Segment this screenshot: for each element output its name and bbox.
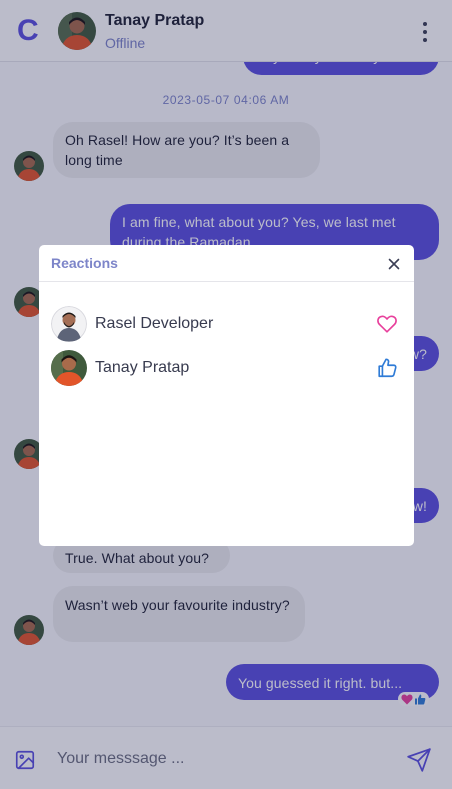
reaction-list-item[interactable]: Tanay Pratap bbox=[51, 350, 397, 386]
reaction-list-item[interactable]: Rasel Developer bbox=[51, 306, 397, 342]
reaction-user-name: Rasel Developer bbox=[95, 315, 214, 332]
reactions-modal: Reactions Rasel Developer Tanay Pratap bbox=[39, 245, 414, 546]
user-avatar bbox=[51, 306, 87, 342]
heart-icon bbox=[377, 315, 397, 333]
user-avatar bbox=[51, 350, 87, 386]
close-icon[interactable] bbox=[386, 256, 402, 272]
reactions-modal-title: Reactions bbox=[51, 255, 118, 271]
reaction-user-name: Tanay Pratap bbox=[95, 359, 190, 376]
chat-app: Hey Tanay. All is it you? 2023-05-07 04:… bbox=[0, 0, 452, 789]
reactions-modal-header: Reactions bbox=[39, 245, 414, 282]
thumbs-up-icon bbox=[378, 358, 397, 378]
